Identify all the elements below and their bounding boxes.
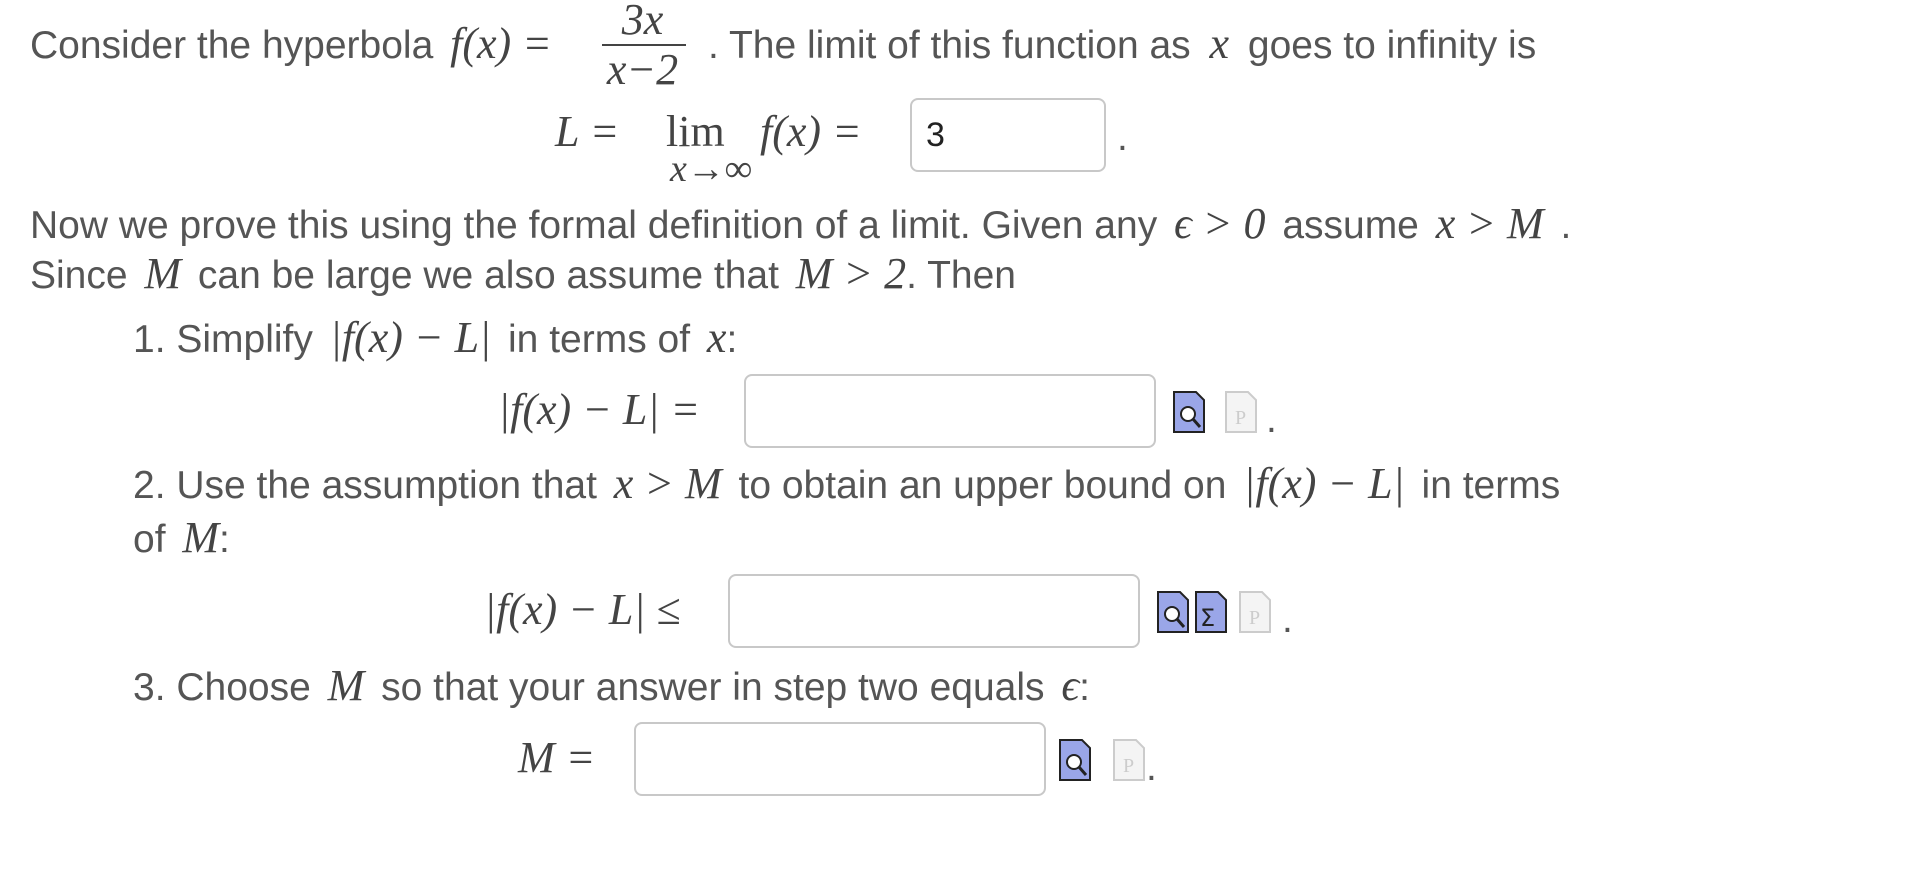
step2-answer-field[interactable] bbox=[728, 574, 1140, 648]
step1-abs: |f(x) − L| bbox=[329, 313, 492, 362]
step3-M: M bbox=[327, 661, 365, 710]
para-since: Since bbox=[30, 254, 128, 297]
para-M: M bbox=[144, 249, 182, 298]
limit-L: L = bbox=[555, 110, 619, 154]
intro-function: f(x) = bbox=[450, 19, 552, 68]
step1-answer-field[interactable] bbox=[744, 374, 1156, 448]
intro-line-end: . The limit of this function as x goes t… bbox=[708, 22, 1536, 66]
limit-answer-value: 3 bbox=[926, 115, 945, 154]
step1-text-a: 1. Simplify bbox=[133, 318, 313, 361]
step1-colon: : bbox=[726, 318, 738, 361]
para-period: . bbox=[1560, 204, 1572, 247]
para-assume: assume bbox=[1282, 204, 1419, 247]
intro-text: Consider the hyperbola bbox=[30, 24, 434, 67]
svg-text:P: P bbox=[1235, 407, 1246, 429]
step3-period: . bbox=[1146, 746, 1157, 789]
step3-text-a: 3. Choose bbox=[133, 666, 311, 709]
step3-lhs: M = bbox=[518, 733, 596, 782]
limit-period: . bbox=[1117, 116, 1128, 159]
step1-period: . bbox=[1266, 398, 1277, 441]
step2-label: 2. Use the assumption that x > M to obta… bbox=[133, 462, 1560, 506]
step1-label: 1. Simplify |f(x) − L| in terms of x: bbox=[133, 316, 737, 360]
step2-M: M bbox=[182, 513, 220, 562]
intro-line: Consider the hyperbola f(x) = bbox=[30, 22, 552, 66]
paragraph-line-2: Since M can be large we also assume that… bbox=[30, 252, 1016, 296]
step2-text-a: 2. Use the assumption that bbox=[133, 464, 597, 507]
step1-text-b: in terms of bbox=[508, 318, 691, 361]
preview-icon[interactable] bbox=[1156, 590, 1190, 634]
parser-help-icon[interactable]: P bbox=[1112, 738, 1146, 782]
step2-period: . bbox=[1282, 598, 1293, 641]
para-line1-text: Now we prove this using the formal defin… bbox=[30, 204, 1158, 247]
para-line2-text: can be large we also assume that bbox=[197, 254, 779, 297]
intro-var-x: x bbox=[1209, 19, 1230, 68]
fraction-denominator: x−2 bbox=[606, 45, 679, 94]
step1-x: x bbox=[706, 313, 727, 362]
step2-label-line2: of M: bbox=[133, 516, 230, 560]
sigma-icon[interactable]: Σ bbox=[1194, 590, 1228, 634]
step1-lhs: |f(x) − L| = bbox=[498, 385, 701, 434]
limit-answer-field[interactable]: 3 bbox=[910, 98, 1106, 172]
limit-L-eq: L = bbox=[555, 107, 620, 156]
step2-text-b: to obtain an upper bound on bbox=[738, 464, 1227, 507]
parser-help-icon[interactable]: P bbox=[1224, 390, 1258, 434]
limit-subscript: x→∞ bbox=[670, 148, 752, 190]
para-x-gt-M: x > M bbox=[1435, 199, 1544, 248]
preview-icon[interactable] bbox=[1172, 390, 1206, 434]
step3-text-b: so that your answer in step two equals bbox=[381, 666, 1045, 709]
fraction-bar bbox=[602, 44, 686, 46]
step3-answer-field[interactable] bbox=[634, 722, 1046, 796]
parser-help-icon[interactable]: P bbox=[1238, 590, 1272, 634]
step2-x-gt-M: x > M bbox=[613, 459, 722, 508]
svg-text:Σ: Σ bbox=[1200, 604, 1215, 632]
step2-text-c: in terms bbox=[1421, 464, 1561, 507]
limit-fx: f(x) = bbox=[760, 107, 862, 156]
svg-text:P: P bbox=[1123, 755, 1134, 777]
preview-icon[interactable] bbox=[1058, 738, 1092, 782]
para-M-gt-2: M > 2 bbox=[795, 249, 907, 298]
step2-text-d: of bbox=[133, 518, 166, 561]
paragraph-line-1: Now we prove this using the formal defin… bbox=[30, 202, 1571, 246]
intro-fraction: 3x x−2 bbox=[595, 0, 690, 100]
step3-label: 3. Choose M so that your answer in step … bbox=[133, 664, 1090, 708]
step3-epsilon: ϵ bbox=[1061, 661, 1080, 710]
step3-colon: : bbox=[1079, 666, 1090, 709]
step2-lhs: |f(x) − L| ≤ bbox=[484, 585, 681, 634]
svg-text:P: P bbox=[1249, 607, 1260, 629]
step2-abs: |f(x) − L| bbox=[1243, 459, 1405, 508]
intro-text-end: goes to infinity is bbox=[1247, 24, 1537, 67]
fraction-numerator: 3x bbox=[621, 0, 664, 44]
intro-text-after: . The limit of this function as bbox=[708, 24, 1191, 67]
step2-colon: : bbox=[219, 518, 230, 561]
para-then: . Then bbox=[906, 254, 1016, 297]
para-epsilon-cond: ϵ > 0 bbox=[1174, 199, 1266, 248]
